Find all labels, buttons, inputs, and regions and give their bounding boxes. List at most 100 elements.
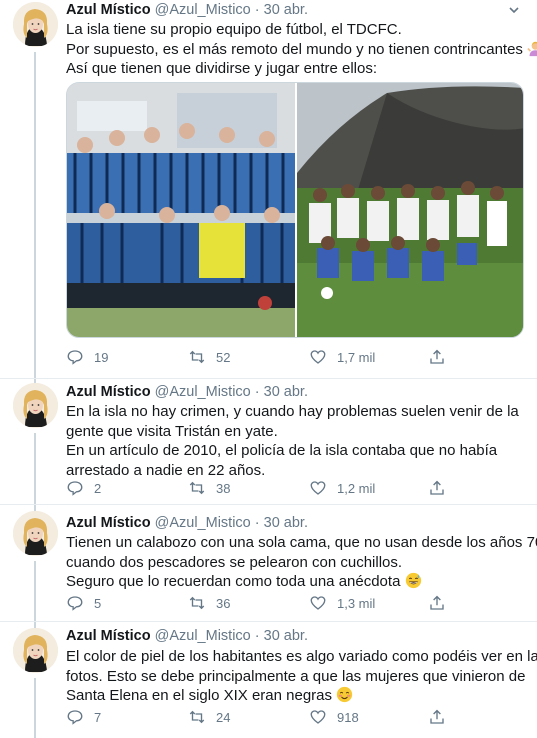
timestamp[interactable]: 30 abr.	[264, 2, 308, 18]
retweet-button[interactable]: 38	[188, 479, 230, 497]
retweet-count: 52	[216, 349, 231, 365]
tweet-line: Seguro que lo recuerdan como toda una an…	[66, 572, 526, 592]
like-icon	[310, 481, 326, 495]
tweet-actions: 7 24 918	[66, 708, 466, 728]
display-name[interactable]: Azul Místico	[66, 2, 151, 18]
tweet-text: El color de piel de los habitantes es al…	[66, 647, 537, 706]
separator-dot: ·	[254, 515, 260, 531]
reply-button[interactable]: 5	[66, 594, 101, 612]
separator-dot: ·	[254, 2, 260, 18]
woman-shrugging-emoji	[527, 41, 537, 56]
reply-count: 2	[94, 480, 102, 496]
tweet[interactable]: Azul Místico @Azul_Mistico · 30 abr. Tie…	[0, 505, 537, 621]
tweet-media[interactable]	[66, 82, 524, 338]
tweet-line: gente que visita Tristán en yate.	[66, 422, 278, 440]
tweet-actions: 2 38 1,2 mil	[66, 479, 466, 499]
tweet-actions: 19 52 1,7 mil	[66, 348, 466, 368]
retweet-icon	[189, 350, 205, 364]
like-count: 1,7 mil	[337, 349, 376, 365]
retweet-button[interactable]: 24	[188, 708, 230, 726]
tweet-header: Azul Místico @Azul_Mistico · 30 abr.	[66, 515, 308, 531]
avatar[interactable]	[13, 511, 58, 556]
tweet-line: El color de piel de los habitantes es al…	[66, 648, 537, 665]
tweet-line: Santa Elena en el siglo XIX eran negras	[66, 686, 526, 706]
handle[interactable]: @Azul_Mistico	[155, 628, 251, 644]
reply-count: 5	[94, 595, 102, 611]
tweet-line: La isla tiene su propio equipo de fútbol…	[66, 21, 402, 38]
handle[interactable]: @Azul_Mistico	[155, 384, 251, 400]
tweet-line: arrestado a nadie en 22 años.	[66, 461, 266, 479]
tweet-line: Por supuesto, es el más remoto del mundo…	[66, 40, 537, 60]
avatar[interactable]	[13, 628, 58, 673]
timestamp[interactable]: 30 abr.	[264, 628, 308, 644]
like-icon	[310, 350, 326, 364]
tweet[interactable]: Azul Místico @Azul_Mistico · 30 abr. En …	[0, 379, 537, 504]
thread-line	[34, 678, 36, 738]
retweet-count: 24	[216, 709, 231, 725]
like-count: 918	[337, 709, 359, 725]
share-button[interactable]	[428, 708, 446, 726]
tweet-header: Azul Místico @Azul_Mistico · 30 abr.	[66, 384, 308, 400]
reply-count: 7	[94, 709, 102, 725]
tweet[interactable]: Azul Místico @Azul_Mistico · 30 abr. La …	[0, 0, 537, 378]
retweet-count: 38	[216, 480, 231, 496]
like-button[interactable]: 918	[309, 708, 359, 726]
like-count: 1,2 mil	[337, 480, 376, 496]
share-icon	[430, 709, 444, 724]
reply-icon	[67, 481, 83, 496]
tweet-line: Así que tienen que dividirse y jugar ent…	[66, 60, 378, 77]
share-icon	[430, 480, 444, 495]
chevron-down-icon[interactable]	[507, 3, 521, 20]
separator-dot: ·	[254, 628, 260, 644]
reply-button[interactable]: 19	[66, 348, 108, 366]
handle[interactable]: @Azul_Mistico	[155, 2, 251, 18]
tweet-line: fotos. Esto se debe principalmente a que…	[66, 667, 526, 685]
tweet-text: En la isla no hay crimen, y cuando hay p…	[66, 402, 526, 480]
tweet-header: Azul Místico @Azul_Mistico · 30 abr.	[66, 628, 308, 644]
tweet-line: En un artículo de 2010, el policía de la…	[66, 442, 498, 459]
tweet-line: cuando dos pescadores se pelearon con cu…	[66, 553, 403, 571]
football-team-photo[interactable]	[67, 83, 295, 338]
retweet-icon	[189, 481, 205, 495]
retweet-icon	[189, 710, 205, 724]
reply-icon	[67, 710, 83, 725]
reply-button[interactable]: 2	[66, 479, 101, 497]
like-button[interactable]: 1,3 mil	[309, 594, 375, 612]
reply-button[interactable]: 7	[66, 708, 101, 726]
football-team-photo-mountain[interactable]	[297, 83, 524, 338]
retweet-button[interactable]: 52	[188, 348, 230, 366]
handle[interactable]: @Azul_Mistico	[155, 515, 251, 531]
like-icon	[310, 710, 326, 724]
tweet[interactable]: Azul Místico @Azul_Mistico · 30 abr. El …	[0, 622, 537, 738]
share-button[interactable]	[428, 348, 446, 366]
tweet-actions: 5 36 1,3 mil	[66, 594, 466, 614]
display-name[interactable]: Azul Místico	[66, 515, 151, 531]
tweet-line: Tienen un calabozo con una sola cama, qu…	[66, 534, 537, 551]
share-button[interactable]	[428, 479, 446, 497]
reply-icon	[67, 596, 83, 611]
share-icon	[430, 349, 444, 364]
display-name[interactable]: Azul Místico	[66, 628, 151, 644]
like-button[interactable]: 1,2 mil	[309, 479, 375, 497]
tweet-header: Azul Místico @Azul_Mistico · 30 abr.	[66, 2, 308, 18]
thread-line	[34, 433, 36, 504]
like-button[interactable]: 1,7 mil	[309, 348, 375, 366]
avatar[interactable]	[13, 383, 58, 428]
reply-count: 19	[94, 349, 109, 365]
like-count: 1,3 mil	[337, 595, 376, 611]
timestamp[interactable]: 30 abr.	[264, 384, 308, 400]
tweet-text: Tienen un calabozo con una sola cama, qu…	[66, 533, 537, 592]
avatar[interactable]	[13, 2, 58, 47]
thread-line	[34, 561, 36, 621]
grinning-sweat-emoji	[405, 572, 421, 589]
display-name[interactable]: Azul Místico	[66, 384, 151, 400]
share-button[interactable]	[428, 594, 446, 612]
timestamp[interactable]: 30 abr.	[264, 515, 308, 531]
thread-line	[34, 52, 36, 378]
retweet-icon	[189, 596, 205, 610]
retweet-count: 36	[216, 595, 231, 611]
reply-icon	[67, 350, 83, 365]
retweet-button[interactable]: 36	[188, 594, 230, 612]
smiling-blush-emoji	[337, 686, 353, 703]
separator-dot: ·	[254, 384, 260, 400]
